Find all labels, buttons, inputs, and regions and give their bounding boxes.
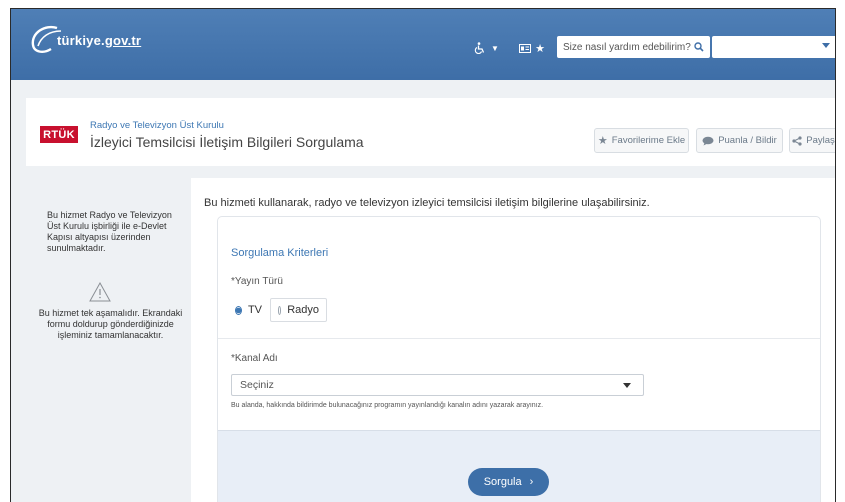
star-icon: ★ [597, 135, 608, 147]
share-button[interactable]: Paylaş [789, 128, 835, 153]
page-title: İzleyici Temsilcisi İletişim Bilgileri S… [90, 134, 364, 150]
speech-bubble-icon [702, 136, 714, 145]
channel-name-label: *Kanal Adı [231, 353, 278, 364]
browser-frame: türkiye.gov.tr ▼ ★ Size nasıl yardım ede… [10, 8, 836, 502]
chevron-right-icon: › [529, 476, 534, 488]
single-step-notice: Bu hizmet tek aşamalıdır. Ekrandaki form… [38, 308, 183, 340]
divider [218, 338, 820, 339]
form-section-title: Sorgulama Kriterleri [231, 247, 329, 259]
search-box[interactable]: Size nasıl yardım edebilirim? [557, 36, 710, 58]
radio-checked-icon [235, 305, 242, 315]
id-card-icon [519, 43, 532, 53]
rate-report-button[interactable]: Puanla / Bildir [696, 128, 783, 153]
chevron-down-icon [623, 383, 631, 388]
channel-select[interactable]: Seçiniz [231, 374, 644, 396]
chevron-down-icon: ▼ [491, 43, 499, 53]
main-content: Bu hizmeti kullanarak, radyo ve televizy… [191, 178, 835, 502]
edevlet-logo[interactable]: türkiye.gov.tr [27, 25, 141, 55]
top-navigation-bar: türkiye.gov.tr ▼ ★ Size nasıl yardım ede… [11, 9, 835, 80]
share-icon [792, 135, 802, 146]
query-form-card: Sorgulama Kriterleri *Yayın Türü TV Rady… [217, 216, 821, 502]
search-input[interactable]: Size nasıl yardım edebilirim? [563, 42, 694, 53]
star-icon: ★ [535, 42, 545, 55]
add-to-favorites-button[interactable]: ★ Favorilerime Ekle [594, 128, 689, 153]
radio-tv[interactable]: TV [227, 298, 270, 322]
service-header: RTÜK Radyo ve Televizyon Üst Kurulu İzle… [26, 98, 835, 166]
logo-text: türkiye.gov.tr [57, 32, 142, 48]
chevron-down-icon [822, 43, 830, 48]
institution-name[interactable]: Radyo ve Televizyon Üst Kurulu [90, 120, 224, 131]
rtuk-logo: RTÜK [40, 126, 78, 143]
service-info-text: Bu hizmet Radyo ve Televizyon Üst Kurulu… [47, 210, 172, 253]
radio-unchecked-icon [278, 305, 282, 315]
form-actions: Sorgula › [218, 430, 820, 502]
user-dropdown[interactable] [712, 36, 835, 58]
edevlet-emblem-icon [31, 25, 62, 53]
accessibility-button[interactable]: ▼ [464, 37, 509, 59]
sidebar: Bu hizmet Radyo ve Televizyon Üst Kurulu… [26, 178, 186, 502]
broadcast-type-label: *Yayın Türü [231, 276, 283, 287]
radio-radyo[interactable]: Radyo [270, 298, 327, 322]
search-icon[interactable] [694, 42, 704, 52]
warning-icon [89, 282, 111, 302]
intro-text: Bu hizmeti kullanarak, radyo ve televizy… [204, 197, 650, 209]
channel-hint-text: Bu alanda, hakkında bildirimde bulunacağ… [231, 402, 544, 409]
wheelchair-icon [474, 42, 485, 54]
favorites-button[interactable]: ★ [509, 37, 555, 59]
submit-query-button[interactable]: Sorgula › [468, 468, 549, 496]
